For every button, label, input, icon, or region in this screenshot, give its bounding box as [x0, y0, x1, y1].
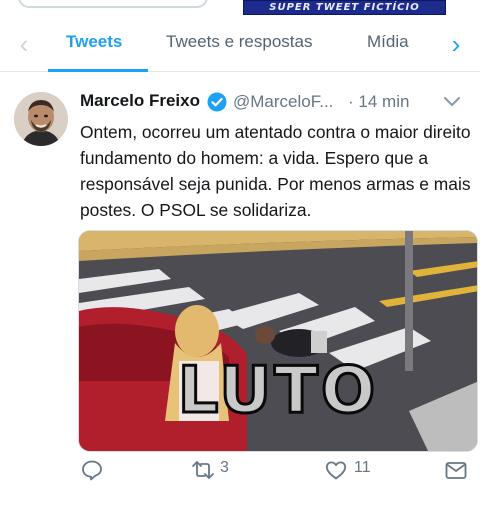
- top-strip: SUPER TWEET FICTÍCIO: [0, 0, 480, 18]
- retweet-count: 3: [220, 459, 229, 476]
- tab-media[interactable]: Mídia: [367, 32, 409, 52]
- verified-badge-icon: [207, 92, 227, 112]
- media-overlay-text: LUTO: [176, 353, 379, 430]
- author-handle[interactable]: @MarceloF...: [233, 92, 333, 112]
- like-count: 11: [354, 459, 371, 476]
- author-name[interactable]: Marcelo Freixo: [80, 91, 200, 111]
- tweet-timestamp: · 14 min: [348, 92, 409, 112]
- time-value: 14 min: [358, 92, 410, 111]
- tweet-actions: 3 11: [0, 456, 480, 486]
- active-tab-indicator: [48, 69, 148, 72]
- tweet-text: Ontem, ocorreu um atentado contra o maio…: [80, 122, 471, 220]
- like-button[interactable]: 11: [324, 458, 384, 484]
- envelope-icon: [445, 462, 467, 479]
- reply-icon: [82, 460, 102, 481]
- tweet-header: Marcelo Freixo @MarceloF... · 14 min: [80, 91, 470, 115]
- reply-button[interactable]: [80, 458, 106, 484]
- avatar[interactable]: [14, 92, 68, 146]
- chevron-down-icon[interactable]: [442, 93, 462, 111]
- chevron-left-icon[interactable]: ‹: [12, 30, 36, 60]
- tweet-media[interactable]: LUTO: [78, 230, 478, 452]
- retweet-button[interactable]: 3: [190, 458, 250, 484]
- avatar-portrait: [14, 92, 68, 146]
- tab-tweets-and-replies[interactable]: Tweets e respostas: [166, 32, 312, 52]
- retweet-icon: [192, 461, 214, 479]
- search-bar[interactable]: [18, 0, 208, 8]
- time-separator: ·: [348, 92, 354, 111]
- chevron-right-icon[interactable]: ›: [444, 30, 468, 60]
- heart-icon: [325, 461, 347, 480]
- direct-message-button[interactable]: [444, 458, 470, 484]
- profile-tabs: ‹ Tweets Tweets e respostas Mídia ›: [0, 20, 480, 72]
- tab-tweets[interactable]: Tweets: [66, 32, 122, 52]
- watermark-banner: SUPER TWEET FICTÍCIO: [243, 0, 446, 15]
